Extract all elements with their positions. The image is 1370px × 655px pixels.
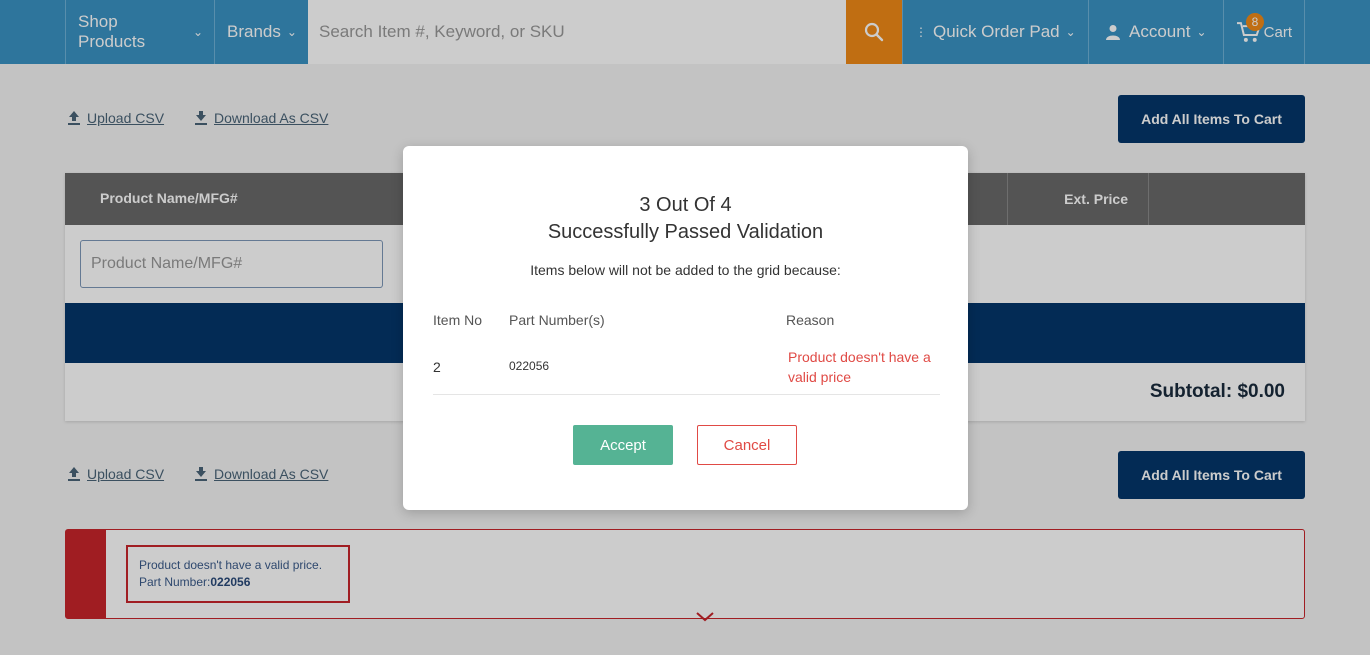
column-header-part-numbers: Part Number(s) xyxy=(509,312,605,328)
cancel-button[interactable]: Cancel xyxy=(697,425,797,465)
modal-title: Successfully Passed Validation xyxy=(547,221,824,243)
accept-button[interactable]: Accept xyxy=(573,425,673,465)
modal-title-count: 3 Out Of 4 xyxy=(639,194,732,216)
validation-modal: 3 Out Of 4 Successfully Passed Validatio… xyxy=(403,146,968,510)
row-reason: Product doesn't have a valid price xyxy=(788,349,931,385)
modal-subtitle: Items below will not be added to the gri… xyxy=(530,262,841,278)
column-header-reason: Reason xyxy=(786,312,835,328)
row-item-no: 2 xyxy=(433,359,441,375)
column-header-item-no: Item No xyxy=(433,312,483,328)
row-part-number: 022056 xyxy=(509,359,550,373)
table-divider xyxy=(433,394,940,395)
